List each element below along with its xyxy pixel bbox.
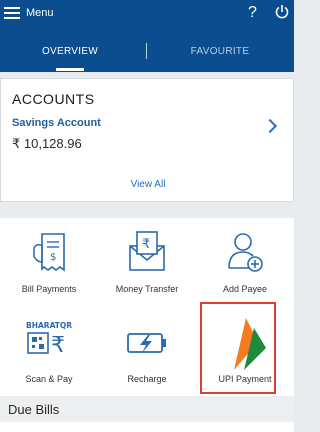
active-tab-indicator <box>56 68 84 71</box>
svg-text:₹: ₹ <box>51 333 65 358</box>
power-icon[interactable] <box>274 4 290 20</box>
bill-receipt-icon: $ <box>33 233 65 272</box>
tab-overview[interactable]: OVERVIEW <box>0 30 140 72</box>
menu-label: Menu <box>26 7 54 19</box>
bill-payments-tile[interactable]: $ Bill Payments <box>0 218 98 306</box>
recharge-tile[interactable]: Recharge <box>98 308 196 396</box>
bill-payments-label: Bill Payments <box>21 284 77 294</box>
account-row-savings[interactable]: Savings Account ₹ 10,128.96 <box>1 115 295 155</box>
due-bills-content <box>0 422 294 432</box>
svg-text:₹: ₹ <box>142 237 150 252</box>
due-bills-title: Due Bills <box>8 402 60 417</box>
chevron-right-icon <box>262 118 278 134</box>
recharge-label: Recharge <box>127 374 167 384</box>
accounts-title: ACCOUNTS <box>12 91 95 107</box>
due-bills-section: Due Bills <box>0 396 294 432</box>
tab-favourite[interactable]: FAVOURITE <box>150 30 290 72</box>
scan-and-pay-label: Scan & Pay <box>25 374 73 384</box>
services-grid: $ Bill Payments ₹ Money Transfer Add Pay… <box>0 218 294 396</box>
tab-bar: OVERVIEW FAVOURITE <box>0 30 294 72</box>
envelope-rupee-icon: ₹ <box>129 231 165 271</box>
person-add-icon <box>228 233 263 272</box>
upi-payment-label: UPI Payment <box>218 374 272 384</box>
scan-and-pay-tile[interactable]: BHARATQR ₹ Scan & Pay <box>0 308 98 396</box>
battery-charge-icon <box>127 333 166 353</box>
bharatqr-icon: BHARATQR ₹ <box>26 321 72 358</box>
hamburger-icon <box>4 7 20 19</box>
tab-divider <box>146 43 147 59</box>
account-name: Savings Account <box>12 117 101 129</box>
add-payee-tile[interactable]: Add Payee <box>196 218 294 306</box>
bharatqr-text: BHARATQR <box>26 321 72 330</box>
accounts-card: ACCOUNTS Savings Account ₹ 10,128.96 Vie… <box>0 78 294 202</box>
question-mark-icon[interactable]: ? <box>248 2 257 24</box>
menu-button[interactable]: Menu <box>4 2 54 24</box>
money-transfer-tile[interactable]: ₹ Money Transfer <box>98 218 196 306</box>
add-payee-label: Add Payee <box>222 284 268 294</box>
money-transfer-label: Money Transfer <box>115 284 179 294</box>
upi-logo-icon <box>234 318 266 370</box>
view-all-link[interactable]: View All <box>1 179 295 190</box>
app-header: Menu ? OVERVIEW FAVOURITE <box>0 0 294 72</box>
svg-text:$: $ <box>50 252 56 263</box>
account-balance: ₹ 10,128.96 <box>12 136 82 151</box>
upi-payment-tile[interactable]: UPI Payment <box>196 302 294 390</box>
